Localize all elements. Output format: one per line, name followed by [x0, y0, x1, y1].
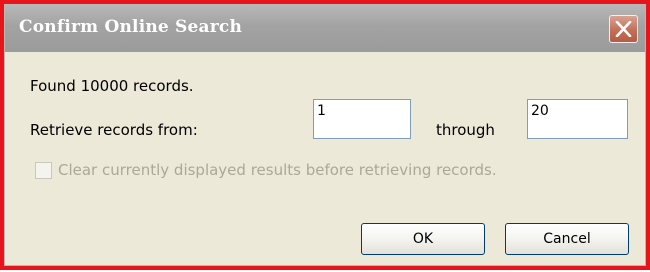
through-label: through: [436, 121, 495, 139]
confirm-online-search-dialog: Confirm Online Search Found 10000 record…: [4, 4, 646, 266]
title-bar: Confirm Online Search: [5, 4, 645, 52]
ok-button[interactable]: OK: [361, 223, 485, 255]
close-icon: [615, 21, 632, 37]
retrieve-from-label: Retrieve records from:: [30, 121, 198, 139]
dialog-title: Confirm Online Search: [19, 17, 243, 37]
found-records-text: Found 10000 records.: [30, 77, 194, 95]
close-button[interactable]: [609, 15, 638, 43]
cancel-button[interactable]: Cancel: [505, 223, 629, 255]
records-from-input[interactable]: 1: [313, 99, 411, 139]
clear-results-checkbox: [35, 162, 52, 179]
records-to-input[interactable]: 20: [527, 99, 628, 139]
clear-results-label: Clear currently displayed results before…: [58, 161, 497, 179]
